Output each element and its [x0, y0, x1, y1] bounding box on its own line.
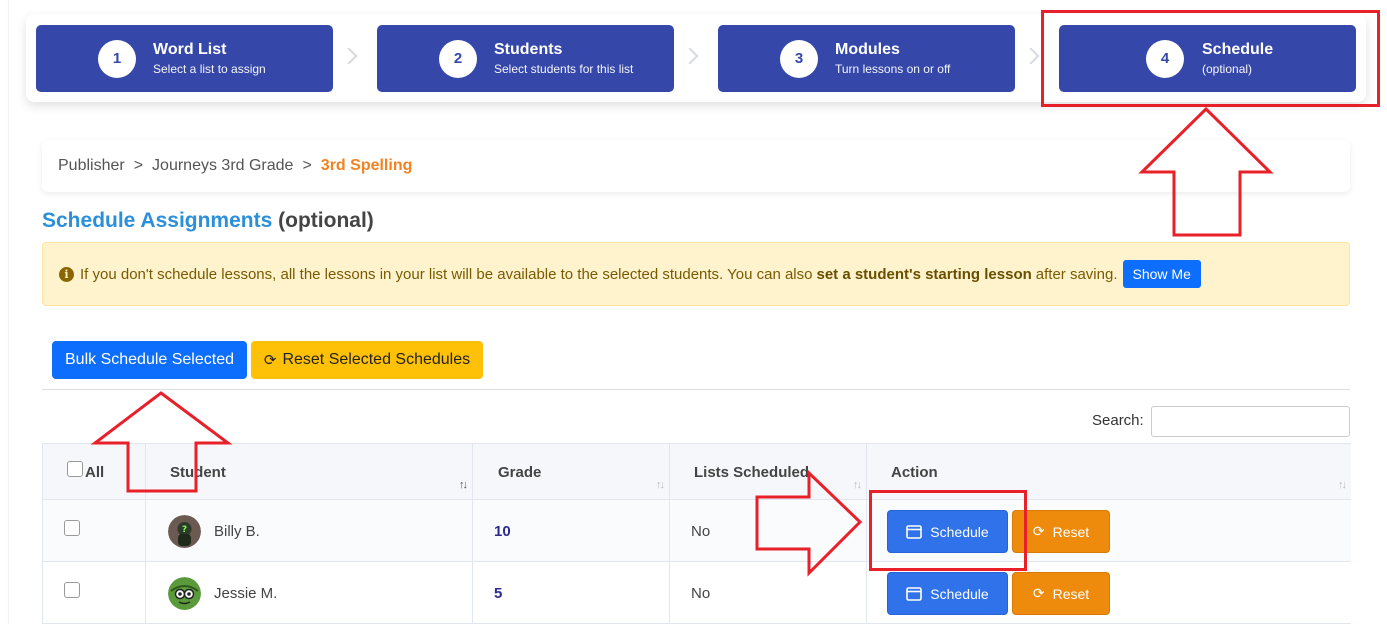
alert-text-after: after saving.	[1035, 265, 1118, 283]
reset-selected-schedules-button[interactable]: ⟳ Reset Selected Schedules	[251, 341, 483, 379]
student-cell: ? Billy B.	[146, 500, 473, 562]
step-title: Students	[494, 40, 563, 58]
step-subtitle: Select students for this list	[494, 61, 634, 76]
select-all-checkbox[interactable]	[67, 460, 83, 477]
students-table: All Student ↑↓ Grade ↑↓ Lists Scheduled …	[42, 443, 1351, 624]
divider	[42, 389, 1350, 390]
step-number: 3	[780, 39, 818, 78]
search-label: Search:	[1092, 412, 1144, 429]
step-schedule[interactable]: 4 Schedule (optional)	[1059, 25, 1356, 92]
row-select-cell	[43, 562, 146, 624]
step-number: 4	[1146, 39, 1184, 78]
header-select-all[interactable]: All	[43, 444, 146, 501]
step-subtitle: Turn lessons on or off	[835, 61, 951, 76]
show-me-button[interactable]: Show Me	[1122, 260, 1201, 288]
row-checkbox[interactable]	[64, 582, 80, 598]
student-name: Jessie M.	[214, 584, 278, 602]
info-icon: i	[59, 266, 74, 282]
sort-icon: ↑↓	[656, 479, 665, 491]
header-action[interactable]: Action ↑↓	[867, 444, 1351, 501]
header-grade[interactable]: Grade ↑↓	[473, 444, 670, 501]
header-all-label: All	[85, 464, 105, 481]
table-row: ? Billy B. 10 No Schedule ⟳ Reset	[43, 500, 1351, 562]
bulk-schedule-button[interactable]: Bulk Schedule Selected	[52, 341, 247, 379]
grade-cell: 5	[473, 562, 670, 624]
reset-label: Reset	[1052, 585, 1090, 602]
step-title: Modules	[835, 40, 900, 58]
table-header: All Student ↑↓ Grade ↑↓ Lists Scheduled …	[43, 443, 1351, 501]
schedule-label: Schedule	[930, 585, 989, 602]
chevron-right-icon	[681, 47, 699, 65]
row-select-cell	[43, 500, 146, 562]
breadcrumb-item-current: 3rd Spelling	[320, 157, 413, 174]
step-word-list[interactable]: 1 Word List Select a list to assign	[36, 25, 333, 92]
header-lists-scheduled[interactable]: Lists Scheduled ↑↓	[670, 444, 867, 501]
header-grade-label: Grade	[498, 464, 542, 481]
page-title-main: Schedule Assignments	[42, 209, 273, 232]
step-subtitle: Select a list to assign	[153, 61, 266, 76]
schedule-label: Schedule	[930, 523, 989, 540]
page-title-suffix: (optional)	[278, 209, 374, 232]
step-subtitle: (optional)	[1202, 61, 1253, 76]
sort-icon: ↑↓	[1338, 479, 1347, 491]
calendar-icon	[906, 525, 923, 539]
sort-icon: ↑↓	[853, 479, 862, 491]
breadcrumb: Publisher > Journeys 3rd Grade > 3rd Spe…	[42, 140, 1350, 192]
breadcrumb-item-journeys[interactable]: Journeys 3rd Grade	[152, 157, 293, 175]
header-action-label: Action	[891, 464, 938, 481]
reset-button[interactable]: ⟳ Reset	[1012, 572, 1110, 615]
row-checkbox[interactable]	[64, 520, 80, 536]
grade-cell: 10	[473, 500, 670, 562]
header-student-label: Student	[170, 464, 226, 481]
alert-bold-text: set a student's starting lesson	[816, 265, 1032, 283]
table-row: Jessie M. 5 No Schedule ⟳ Reset	[43, 562, 1351, 624]
alert-text: If you don't schedule lessons, all the l…	[80, 265, 813, 283]
chevron-right-icon	[1022, 47, 1040, 65]
step-students[interactable]: 2 Students Select students for this list	[377, 25, 674, 92]
avatar: ?	[168, 514, 201, 548]
breadcrumb-separator: >	[133, 157, 144, 174]
lists-scheduled-cell: No	[670, 500, 867, 562]
reset-icon: ⟳	[1032, 523, 1045, 539]
grade-value: 10	[494, 522, 511, 540]
reset-icon: ⟳	[1032, 585, 1045, 601]
wizard-stepper: 1 Word List Select a list to assign 2 St…	[26, 14, 1366, 102]
chevron-right-icon	[340, 47, 358, 65]
reset-icon: ⟳	[263, 352, 277, 369]
reset-selected-label: Reset Selected Schedules	[282, 351, 471, 368]
student-name: Billy B.	[214, 522, 260, 540]
schedule-button[interactable]: Schedule	[887, 572, 1008, 615]
step-modules[interactable]: 3 Modules Turn lessons on or off	[718, 25, 1015, 92]
info-alert: i If you don't schedule lessons, all the…	[42, 242, 1350, 306]
schedule-button[interactable]: Schedule	[887, 510, 1008, 553]
step-number: 2	[439, 39, 477, 78]
calendar-icon	[906, 587, 923, 601]
svg-text:?: ?	[182, 525, 187, 535]
avatar	[168, 576, 201, 610]
lists-scheduled-cell: No	[670, 562, 867, 624]
step-number: 1	[98, 39, 136, 78]
search-input[interactable]	[1151, 406, 1350, 437]
step-title: Word List	[153, 40, 227, 58]
breadcrumb-separator: >	[302, 157, 312, 174]
step-title: Schedule	[1202, 40, 1274, 58]
grade-value: 5	[494, 584, 503, 602]
header-lists-label: Lists Scheduled	[694, 464, 810, 481]
reset-button[interactable]: ⟳ Reset	[1012, 510, 1110, 553]
lists-scheduled-value: No	[691, 584, 711, 602]
page-title: Schedule Assignments (optional)	[42, 209, 374, 233]
reset-label: Reset	[1052, 523, 1090, 540]
header-student[interactable]: Student ↑↓	[146, 444, 473, 501]
sort-icon: ↑↓	[459, 479, 468, 491]
breadcrumb-item-publisher[interactable]: Publisher	[58, 157, 125, 175]
lists-scheduled-value: No	[691, 522, 711, 540]
student-cell: Jessie M.	[146, 562, 473, 624]
